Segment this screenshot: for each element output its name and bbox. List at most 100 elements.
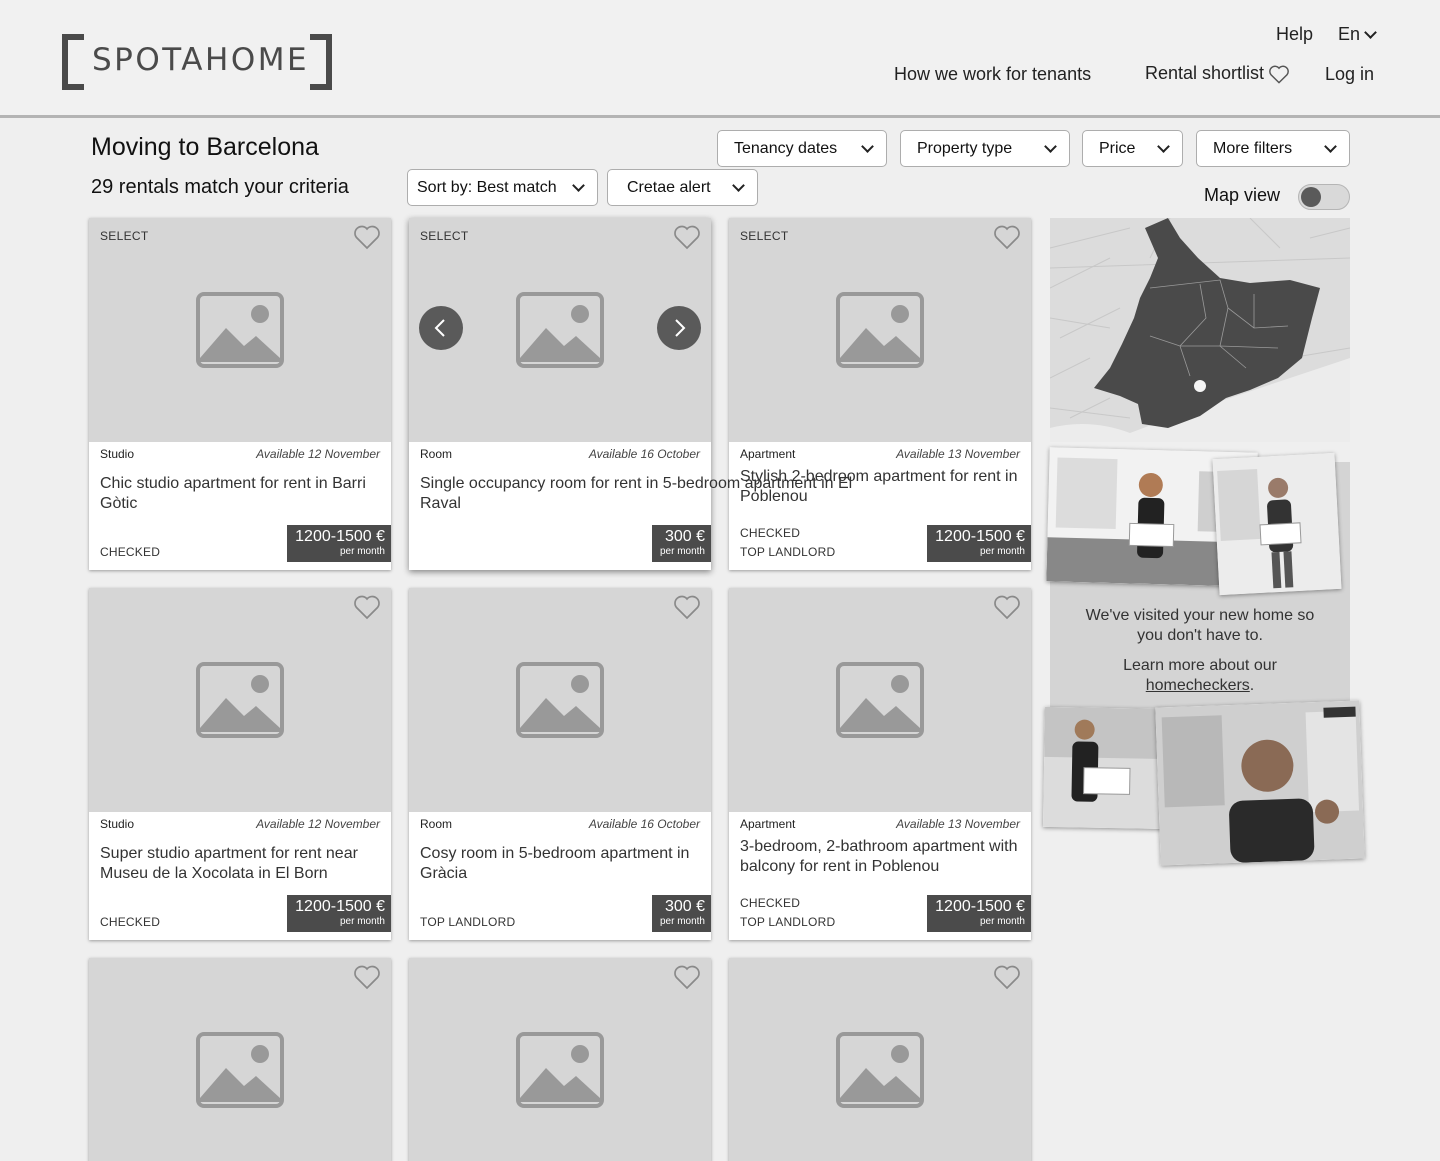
login-link[interactable]: Log in bbox=[1325, 64, 1374, 85]
chevron-right-icon bbox=[675, 319, 686, 337]
availability-date: Available 13 November bbox=[896, 817, 1020, 831]
listing-card[interactable]: SELECT Apartment Available 13 November S… bbox=[729, 218, 1031, 570]
heart-icon[interactable] bbox=[993, 964, 1021, 990]
promo-line-2-suffix: . bbox=[1249, 677, 1255, 694]
listing-tag: CHECKED bbox=[100, 915, 161, 929]
promo-line-2: Learn more about our homecheckers. bbox=[1075, 656, 1325, 696]
heart-icon[interactable] bbox=[993, 594, 1021, 620]
availability-date: Available 16 October bbox=[588, 817, 700, 831]
create-alert-label: Cretae alert bbox=[627, 179, 711, 196]
listing-card[interactable]: Apartment Available 13 November 3-bedroo… bbox=[729, 588, 1031, 940]
listing-tag: CHECKED bbox=[740, 896, 801, 910]
listing-title[interactable]: Chic studio apartment for rent in Barri … bbox=[100, 474, 385, 514]
price-amount: 300 € bbox=[664, 898, 705, 915]
more-filters-dropdown[interactable]: More filters bbox=[1196, 130, 1350, 167]
homechecker-photo bbox=[1212, 452, 1342, 596]
logo-text: SPOTAHOME bbox=[92, 42, 310, 78]
rental-shortlist-link[interactable]: Rental shortlist bbox=[1145, 63, 1290, 84]
listing-tags: CHECKED bbox=[100, 913, 160, 932]
listing-image[interactable]: SELECT bbox=[729, 218, 1031, 442]
price-amount: 1200-1500 € bbox=[935, 528, 1025, 545]
price-period: per month bbox=[979, 546, 1025, 557]
chevron-down-icon bbox=[1157, 140, 1170, 153]
language-label: En bbox=[1338, 24, 1361, 44]
listing-image[interactable] bbox=[729, 958, 1031, 1161]
image-placeholder-icon bbox=[516, 292, 604, 368]
city-map[interactable] bbox=[1050, 218, 1350, 442]
logo-bracket-right bbox=[310, 34, 332, 90]
shortlist-label: Rental shortlist bbox=[1145, 63, 1265, 83]
image-placeholder-icon bbox=[196, 292, 284, 368]
listing-card[interactable] bbox=[89, 958, 391, 1161]
availability-date: Available 13 November bbox=[896, 447, 1020, 461]
property-type: Apartment bbox=[740, 817, 796, 831]
listing-title[interactable]: Super studio apartment for rent near Mus… bbox=[100, 844, 385, 884]
listing-image[interactable] bbox=[409, 588, 711, 812]
listing-image[interactable]: SELECT bbox=[409, 218, 711, 442]
spotahome-logo[interactable]: SPOTAHOME bbox=[62, 34, 332, 90]
property-type: Room bbox=[420, 817, 453, 831]
promo-text: We've visited your new home so you don't… bbox=[1050, 606, 1350, 696]
heart-icon[interactable] bbox=[353, 224, 381, 250]
listing-image[interactable] bbox=[89, 588, 391, 812]
create-alert-dropdown[interactable]: Cretae alert bbox=[607, 169, 758, 206]
homecheckers-link[interactable]: homecheckers bbox=[1146, 677, 1250, 694]
heart-icon[interactable] bbox=[993, 224, 1021, 250]
heart-icon[interactable] bbox=[353, 964, 381, 990]
heart-icon[interactable] bbox=[673, 594, 701, 620]
chevron-down-icon bbox=[572, 179, 585, 192]
listing-tags: CHECKED TOP LANDLORD bbox=[740, 894, 835, 932]
listing-tag: CHECKED bbox=[740, 526, 801, 540]
price-period: per month bbox=[339, 546, 385, 557]
heart-icon[interactable] bbox=[673, 224, 701, 250]
image-placeholder-icon bbox=[836, 662, 924, 738]
select-badge: SELECT bbox=[740, 229, 789, 243]
map-view-label: Map view bbox=[1204, 185, 1281, 205]
how-we-work-link[interactable]: How we work for tenants bbox=[894, 64, 1091, 85]
chevron-down-icon bbox=[732, 179, 745, 192]
listing-card[interactable] bbox=[409, 958, 711, 1161]
price-filter-label: Price bbox=[1099, 140, 1136, 157]
site-header: SPOTAHOME Help En How we work for tenant… bbox=[0, 0, 1440, 118]
price-badge: 1200-1500 € per month bbox=[927, 525, 1031, 562]
listing-title[interactable]: 3-bedroom, 2-bathroom apartment with bal… bbox=[740, 837, 1025, 877]
listing-image[interactable] bbox=[729, 588, 1031, 812]
listing-image[interactable] bbox=[409, 958, 711, 1161]
language-selector[interactable]: En bbox=[1338, 24, 1377, 45]
select-badge: SELECT bbox=[100, 229, 149, 243]
price-badge: 300 € per month bbox=[651, 895, 711, 932]
listing-card[interactable]: SELECT Room Available 16 October Single … bbox=[409, 218, 852, 570]
image-placeholder-icon bbox=[516, 1032, 604, 1108]
heart-icon[interactable] bbox=[353, 594, 381, 620]
listing-title[interactable]: Cosy room in 5-bedroom apartment in Gràc… bbox=[420, 844, 705, 884]
listing-image[interactable]: SELECT bbox=[89, 218, 391, 442]
image-placeholder-icon bbox=[836, 292, 924, 368]
listing-tag: CHECKED bbox=[100, 545, 161, 559]
listing-title[interactable]: Single occupancy room for rent in 5-bedr… bbox=[420, 474, 880, 514]
carousel-next-button[interactable] bbox=[657, 306, 701, 350]
property-type: Studio bbox=[100, 447, 135, 461]
carousel-prev-button[interactable] bbox=[419, 306, 463, 350]
listing-card[interactable]: SELECT Studio Available 12 November Chic… bbox=[89, 218, 391, 570]
listing-card[interactable]: Studio Available 12 November Super studi… bbox=[89, 588, 391, 940]
price-period: per month bbox=[979, 916, 1025, 927]
price-amount: 1200-1500 € bbox=[295, 898, 385, 915]
price-period: per month bbox=[659, 916, 705, 927]
property-type-filter[interactable]: Property type bbox=[900, 130, 1070, 167]
chevron-down-icon bbox=[861, 140, 874, 153]
heart-icon[interactable] bbox=[673, 964, 701, 990]
listing-card[interactable]: Room Available 16 October Cosy room in 5… bbox=[409, 588, 711, 940]
tenancy-dates-filter[interactable]: Tenancy dates bbox=[717, 130, 887, 167]
listing-tags: CHECKED TOP LANDLORD bbox=[740, 524, 835, 562]
page-title: Moving to Barcelona bbox=[91, 133, 319, 161]
chevron-down-icon bbox=[1324, 140, 1337, 153]
price-filter[interactable]: Price bbox=[1082, 130, 1183, 167]
property-type: Apartment bbox=[740, 447, 796, 461]
sort-label: Sort by: Best match bbox=[417, 179, 557, 196]
map-view-toggle[interactable] bbox=[1298, 184, 1350, 210]
price-badge: 1200-1500 € per month bbox=[927, 895, 1031, 932]
sort-dropdown[interactable]: Sort by: Best match bbox=[407, 169, 598, 206]
listing-card[interactable] bbox=[729, 958, 1031, 1161]
listing-image[interactable] bbox=[89, 958, 391, 1161]
help-link[interactable]: Help bbox=[1276, 24, 1313, 45]
